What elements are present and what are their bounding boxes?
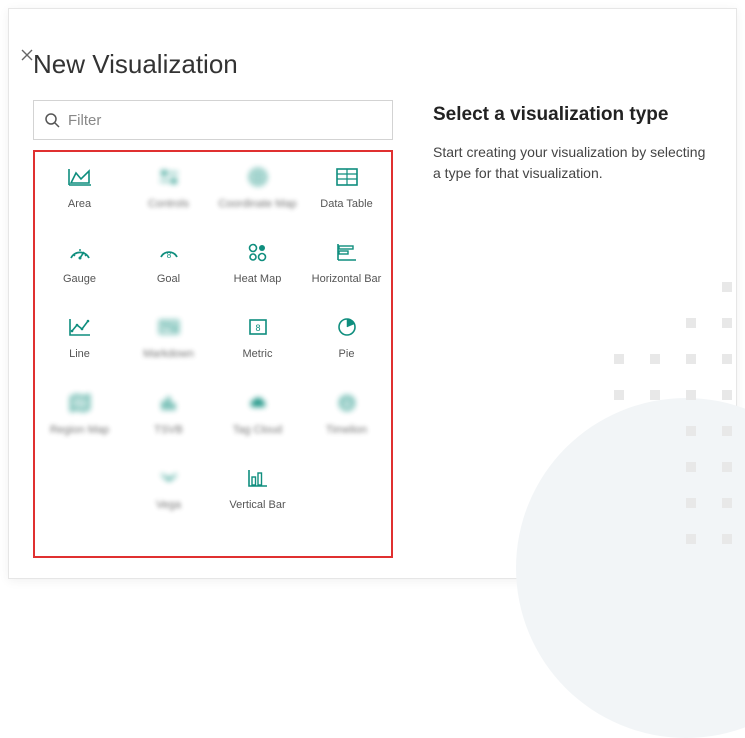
visualization-grid: Area Controls Coordinate Map Data Table (35, 158, 391, 516)
tile-label: Region Map (50, 424, 109, 437)
metric-icon: 8 (245, 312, 271, 342)
tile-label: Markdown (143, 348, 194, 361)
tile-markdown[interactable]: Markdown (124, 308, 213, 365)
vertical-bar-icon (245, 463, 271, 493)
tile-label: Vertical Bar (229, 499, 285, 512)
coordinate-map-icon (245, 162, 271, 192)
tile-label: TSVB (154, 424, 183, 437)
tile-label: Heat Map (234, 273, 282, 286)
svg-text:8: 8 (255, 323, 260, 333)
tile-goal[interactable]: 8 Goal (124, 233, 213, 290)
tile-label: Area (68, 198, 91, 211)
tile-vertical-bar[interactable]: Vertical Bar (213, 459, 302, 516)
tile-area[interactable]: Area (35, 158, 124, 215)
tsvb-icon (156, 388, 182, 418)
new-visualization-modal: New Visualization Area Controls (8, 8, 737, 579)
tile-label: Line (69, 348, 90, 361)
tag-cloud-icon (245, 388, 271, 418)
markdown-icon (156, 312, 182, 342)
tile-label: Vega (156, 499, 181, 512)
tile-label: Metric (243, 348, 273, 361)
tile-pie[interactable]: Pie (302, 308, 391, 365)
close-icon (21, 49, 33, 61)
area-chart-icon (67, 162, 93, 192)
tile-line[interactable]: Line (35, 308, 124, 365)
right-description: Start creating your visualization by sel… (433, 142, 712, 184)
tile-label: Gauge (63, 273, 96, 286)
tile-label: Horizontal Bar (312, 273, 382, 286)
tile-coordinate-map[interactable]: Coordinate Map (213, 158, 302, 215)
tile-label: Data Table (320, 198, 372, 211)
modal-title: New Visualization (33, 49, 712, 80)
line-chart-icon (67, 312, 93, 342)
data-table-icon (334, 162, 360, 192)
visualization-grid-highlight: Area Controls Coordinate Map Data Table (33, 150, 393, 558)
gauge-icon (67, 237, 93, 267)
tile-vega[interactable]: Vega (124, 459, 213, 516)
svg-text:8: 8 (166, 251, 171, 260)
tile-label: Timelion (326, 424, 367, 437)
tile-horizontal-bar[interactable]: Horizontal Bar (302, 233, 391, 290)
tile-timelion[interactable]: Timelion (302, 384, 391, 441)
right-panel: Select a visualization type Start creati… (433, 100, 712, 558)
tile-data-table[interactable]: Data Table (302, 158, 391, 215)
left-panel: Area Controls Coordinate Map Data Table (33, 100, 393, 558)
vega-icon (156, 463, 182, 493)
tile-tsvb[interactable]: TSVB (124, 384, 213, 441)
tile-controls[interactable]: Controls (124, 158, 213, 215)
tile-heat-map[interactable]: Heat Map (213, 233, 302, 290)
filter-input-wrap[interactable] (33, 100, 393, 140)
heat-map-icon (245, 237, 271, 267)
tile-label: Tag Cloud (233, 424, 283, 437)
tile-label: Goal (157, 273, 180, 286)
search-icon (44, 112, 60, 128)
goal-icon: 8 (156, 237, 182, 267)
region-map-icon (67, 388, 93, 418)
horizontal-bar-icon (334, 237, 360, 267)
timelion-icon (334, 388, 360, 418)
filter-input[interactable] (68, 112, 382, 129)
tile-label: Controls (148, 198, 189, 211)
tile-metric[interactable]: 8 Metric (213, 308, 302, 365)
controls-icon (156, 162, 182, 192)
tile-label: Pie (339, 348, 355, 361)
tile-label: Coordinate Map (218, 198, 296, 211)
right-heading: Select a visualization type (433, 104, 712, 126)
tile-tag-cloud[interactable]: Tag Cloud (213, 384, 302, 441)
tile-region-map[interactable]: Region Map (35, 384, 124, 441)
pie-chart-icon (334, 312, 360, 342)
tile-gauge[interactable]: Gauge (35, 233, 124, 290)
